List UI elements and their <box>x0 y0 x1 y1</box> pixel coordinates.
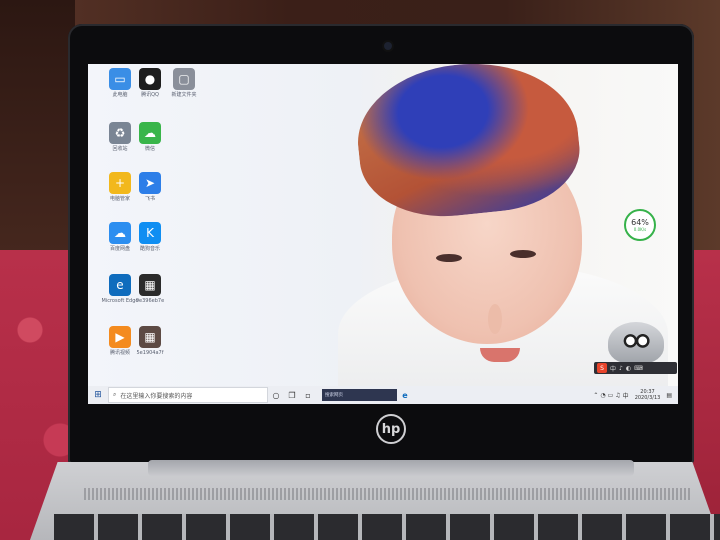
folder-icon: ▢ <box>173 68 195 90</box>
taskbar-clock[interactable]: 20:37 2020/3/13 <box>635 389 661 401</box>
desktop-icon-feishu[interactable]: ➤ 飞书 <box>118 172 182 202</box>
cortana-icon[interactable]: ○ <box>268 387 284 403</box>
sogou-ime-icon[interactable]: S <box>597 363 607 373</box>
ime-mode-icon[interactable]: 中 <box>610 364 616 373</box>
keyboard-row <box>54 514 720 540</box>
desktop-icon-label: 新建文件夹 <box>171 92 197 98</box>
edge-search-bar[interactable]: 搜索网页 <box>322 389 397 401</box>
system-tray: ⌃ ◔ ▭ ♫ 中 20:37 2020/3/13 ▤ <box>593 389 678 401</box>
feishu-icon: ➤ <box>139 172 161 194</box>
wallpaper-nose <box>488 304 502 334</box>
network-speed-widget[interactable]: 64% 0.0K/s <box>624 209 656 241</box>
desktop-icon-folder[interactable]: ▢ 新建文件夹 <box>152 68 216 98</box>
taskbar-search[interactable]: ⌕ 在这里输入你要搜索的内容 <box>108 387 268 403</box>
tray-chevron-icon[interactable]: ⌃ <box>593 392 598 399</box>
laptop-screen: ▭ 此电脑 ● 腾讯QQ ▢ 新建文件夹 ♻ 回收站 ☁ 微信 + 电脑管家 ➤ 飞书 ☁ 百度网盘 K 酷狗音乐… <box>88 64 678 404</box>
search-icon: ⌕ <box>113 391 117 398</box>
speaker-grille <box>84 488 690 500</box>
start-button[interactable]: ⊞ <box>88 386 108 404</box>
desktop-icon-photo1[interactable]: ▦ 9e396eb7e <box>118 274 182 304</box>
notification-icon[interactable]: ▤ <box>666 392 672 399</box>
desktop-icon-kugou[interactable]: K 酷狗音乐 <box>118 222 182 252</box>
photo2-icon: ▦ <box>139 326 161 348</box>
taskbar-app-icon[interactable]: ▫ <box>300 387 316 403</box>
desktop-pet-mascot[interactable] <box>608 322 664 364</box>
network-percent: 64% <box>631 217 649 227</box>
clock-date: 2020/3/13 <box>634 395 661 401</box>
laptop-hinge <box>148 460 634 476</box>
wallpaper-left-eye <box>436 254 462 262</box>
desktop-icon-label: 飞书 <box>144 196 155 202</box>
wechat-icon: ☁ <box>139 122 161 144</box>
tray-ime-icon[interactable]: 中 <box>623 391 629 400</box>
ime-toolbar[interactable]: S 中 ♪ ◐ ⌨ <box>594 362 677 374</box>
tray-wifi-icon[interactable]: ◔ <box>600 392 605 399</box>
desktop-icon-photo2[interactable]: ▦ 5e1904a7f <box>118 326 182 356</box>
network-speed: 0.0K/s <box>633 226 647 232</box>
ime-keyboard-icon[interactable]: ⌨ <box>634 365 643 372</box>
ime-mic-icon[interactable]: ◐ <box>626 365 631 372</box>
desktop-icon-wechat[interactable]: ☁ 微信 <box>118 122 182 152</box>
ime-punct-icon[interactable]: ♪ <box>619 365 623 372</box>
photo1-icon: ▦ <box>139 274 161 296</box>
desktop-icon-label: 5e1904a7f <box>136 350 164 356</box>
edge-search-text: 搜索网页 <box>325 393 343 398</box>
taskbar: ⊞ ⌕ 在这里输入你要搜索的内容 ○ ❐ ▫ 搜索网页 e ⌃ ◔ ▭ ♫ 中 … <box>88 386 678 404</box>
edge-taskbar-icon[interactable]: e <box>397 387 413 403</box>
kugou-icon: K <box>139 222 161 244</box>
search-placeholder: 在这里输入你要搜索的内容 <box>120 392 193 400</box>
webcam <box>384 42 392 50</box>
desktop-icon-label: 酷狗音乐 <box>139 246 160 252</box>
wallpaper-right-eye <box>510 250 536 258</box>
tray-battery-icon[interactable]: ▭ <box>608 392 614 399</box>
task-view-icon[interactable]: ❐ <box>284 387 300 403</box>
desktop-icon-label: 微信 <box>144 146 155 152</box>
desktop-icon-label: 9e396eb7e <box>135 298 165 304</box>
tray-volume-icon[interactable]: ♫ <box>615 392 620 399</box>
photo-scene: ▭ 此电脑 ● 腾讯QQ ▢ 新建文件夹 ♻ 回收站 ☁ 微信 + 电脑管家 ➤ 飞书 ☁ 百度网盘 K 酷狗音乐… <box>0 0 720 540</box>
hp-logo-icon: hp <box>376 414 406 444</box>
